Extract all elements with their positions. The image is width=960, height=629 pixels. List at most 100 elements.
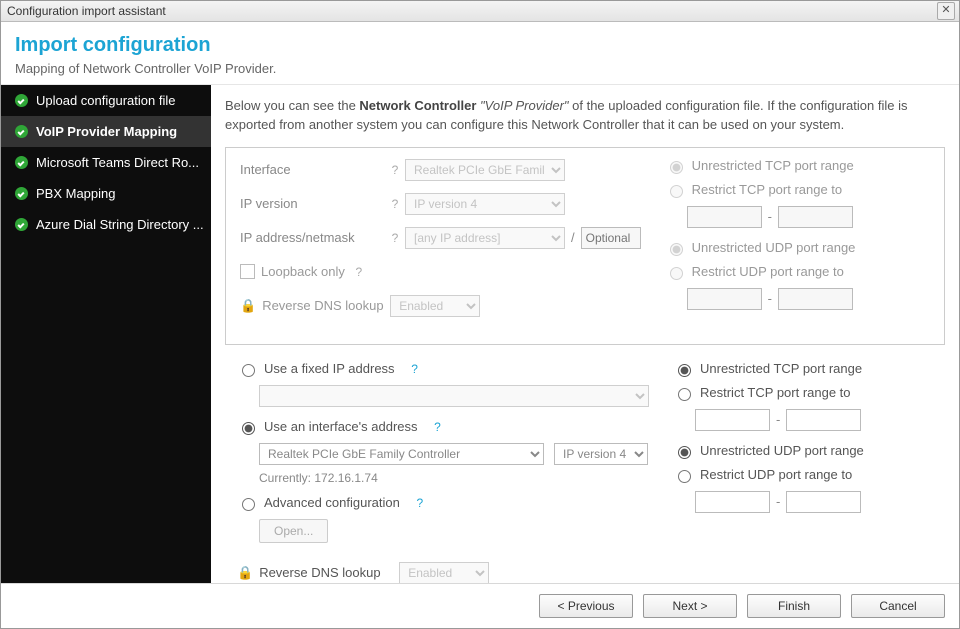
radio[interactable] xyxy=(242,422,255,435)
previous-button[interactable]: < Previous xyxy=(539,594,633,618)
check-icon xyxy=(15,94,28,107)
help-icon[interactable]: ? xyxy=(385,163,405,177)
udp-unrestricted-radio: Unrestricted UDP port range xyxy=(665,240,930,256)
fixed-ip-radio[interactable]: Use a fixed IP address? xyxy=(237,361,649,377)
dash: - xyxy=(776,412,780,427)
window: Configuration import assistant ✕ Import … xyxy=(0,0,960,629)
sidebar-item-label: Azure Dial String Directory ... xyxy=(36,217,204,232)
radio-label: Advanced configuration xyxy=(264,495,400,510)
radio-label: Restrict TCP port range to xyxy=(700,385,851,400)
sidebar: Upload configuration file VoIP Provider … xyxy=(1,85,211,583)
tcp-unrestricted-radio2[interactable]: Unrestricted TCP port range xyxy=(673,361,943,377)
radio[interactable] xyxy=(678,388,691,401)
window-title: Configuration import assistant xyxy=(7,4,166,18)
sidebar-item-label: PBX Mapping xyxy=(36,186,116,201)
check-icon xyxy=(15,187,28,200)
loopback-label: Loopback only xyxy=(261,264,345,279)
revdns-label2: Reverse DNS lookup xyxy=(259,565,399,580)
tcp-from-input xyxy=(687,206,762,228)
titlebar: Configuration import assistant ✕ xyxy=(1,1,959,22)
open-button: Open... xyxy=(259,519,328,543)
sidebar-item-label: Upload configuration file xyxy=(36,93,175,108)
radio xyxy=(670,267,683,280)
radio[interactable] xyxy=(678,364,691,377)
udp-restrict-radio2[interactable]: Restrict UDP port range to xyxy=(673,467,943,483)
radio xyxy=(670,243,683,256)
help-icon[interactable]: ? xyxy=(385,197,405,211)
radio-label: Unrestricted UDP port range xyxy=(692,240,856,255)
content: Below you can see the Network Controller… xyxy=(211,85,959,583)
ipaddr-select: [any IP address] xyxy=(405,227,565,249)
sidebar-item-teams[interactable]: Microsoft Teams Direct Ro... xyxy=(1,147,211,178)
revdns-label: Reverse DNS lookup xyxy=(262,298,390,313)
radio-label: Restrict UDP port range to xyxy=(700,467,852,482)
lock-icon: 🔒 xyxy=(240,298,256,314)
dash: - xyxy=(768,291,772,306)
sidebar-item-upload[interactable]: Upload configuration file xyxy=(1,85,211,116)
header: Import configuration Mapping of Network … xyxy=(1,22,959,85)
page-subtitle: Mapping of Network Controller VoIP Provi… xyxy=(15,61,945,76)
intro-bold: Network Controller xyxy=(359,98,476,113)
radio-label: Restrict TCP port range to xyxy=(692,182,843,197)
finish-button[interactable]: Finish xyxy=(747,594,841,618)
udp-unrestricted-radio2[interactable]: Unrestricted UDP port range xyxy=(673,443,943,459)
sidebar-item-voip[interactable]: VoIP Provider Mapping xyxy=(1,116,211,147)
fixed-ip-select xyxy=(259,385,649,407)
current-ip: Currently: 172.16.1.74 xyxy=(259,471,649,485)
ipaddr-label: IP address/netmask xyxy=(240,230,385,245)
check-icon xyxy=(15,125,28,138)
interface-label: Interface xyxy=(240,162,385,177)
intro-text: Below you can see the Network Controller… xyxy=(225,97,945,135)
ipver-select2[interactable]: IP version 4 xyxy=(554,443,648,465)
radio-label: Unrestricted TCP port range xyxy=(700,361,862,376)
ipver-select: IP version 4 xyxy=(405,193,565,215)
cancel-button[interactable]: Cancel xyxy=(851,594,945,618)
help-icon[interactable]: ? xyxy=(428,420,448,434)
sidebar-item-pbx[interactable]: PBX Mapping xyxy=(1,178,211,209)
sidebar-item-azure[interactable]: Azure Dial String Directory ... xyxy=(1,209,211,240)
radio[interactable] xyxy=(678,470,691,483)
help-icon[interactable]: ? xyxy=(385,231,405,245)
intro-italic: "VoIP Provider" xyxy=(476,98,572,113)
radio-label: Restrict UDP port range to xyxy=(692,264,844,279)
tcp-restrict-radio: Restrict TCP port range to xyxy=(665,182,930,198)
iface-select[interactable]: Realtek PCIe GbE Family Controller xyxy=(259,443,544,465)
revdns-select2: Enabled xyxy=(399,562,489,583)
netmask-input xyxy=(581,227,641,249)
sidebar-item-label: VoIP Provider Mapping xyxy=(36,124,177,139)
slash: / xyxy=(571,230,575,245)
override-section: Use a fixed IP address? Use an interface… xyxy=(225,345,945,583)
close-icon[interactable]: ✕ xyxy=(937,2,955,20)
next-button[interactable]: Next > xyxy=(643,594,737,618)
ipver-label: IP version xyxy=(240,196,385,211)
page-title: Import configuration xyxy=(15,34,945,57)
footer: < Previous Next > Finish Cancel xyxy=(1,583,959,628)
help-icon[interactable]: ? xyxy=(405,362,425,376)
revdns-select: Enabled xyxy=(390,295,480,317)
radio[interactable] xyxy=(242,364,255,377)
udp-to-input xyxy=(778,288,853,310)
radio-label: Use an interface's address xyxy=(264,419,418,434)
help-icon[interactable]: ? xyxy=(349,265,369,279)
udp-from-input2[interactable] xyxy=(695,491,770,513)
intro-pre: Below you can see the xyxy=(225,98,359,113)
dash: - xyxy=(776,494,780,509)
udp-to-input2[interactable] xyxy=(786,491,861,513)
advanced-radio[interactable]: Advanced configuration? xyxy=(237,495,649,511)
iface-addr-radio[interactable]: Use an interface's address? xyxy=(237,419,649,435)
radio[interactable] xyxy=(242,498,255,511)
radio xyxy=(670,185,683,198)
radio[interactable] xyxy=(678,446,691,459)
sidebar-item-label: Microsoft Teams Direct Ro... xyxy=(36,155,199,170)
lock-icon: 🔒 xyxy=(237,565,253,581)
radio-label: Use a fixed IP address xyxy=(264,361,395,376)
tcp-to-input2[interactable] xyxy=(786,409,861,431)
tcp-restrict-radio2[interactable]: Restrict TCP port range to xyxy=(673,385,943,401)
config-panel: Interface ? Realtek PCIe GbE Family Cont… xyxy=(225,147,945,345)
check-icon xyxy=(15,156,28,169)
udp-restrict-radio: Restrict UDP port range to xyxy=(665,264,930,280)
tcp-from-input2[interactable] xyxy=(695,409,770,431)
check-icon xyxy=(15,218,28,231)
help-icon[interactable]: ? xyxy=(410,496,430,510)
tcp-unrestricted-radio: Unrestricted TCP port range xyxy=(665,158,930,174)
